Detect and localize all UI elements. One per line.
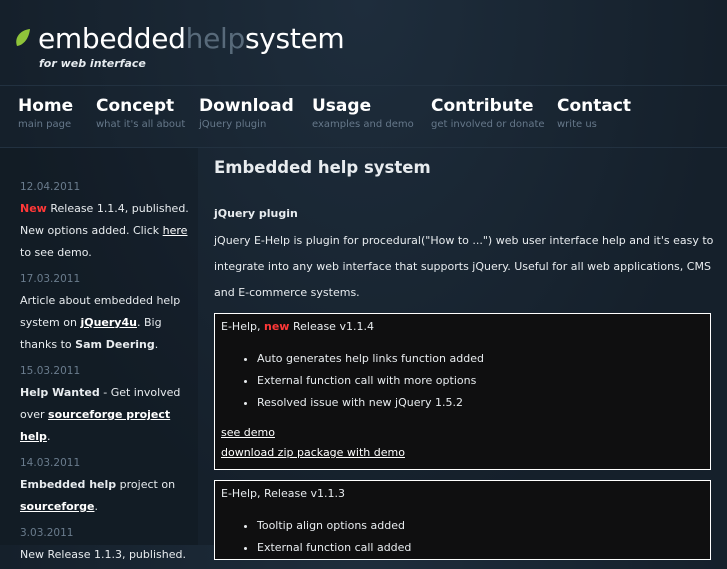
main-content: Embedded help system jQuery plugin jQuer… [214, 158, 719, 560]
intro-text: jQuery E-Help is plugin for procedural("… [214, 234, 714, 299]
logo-text: embeddedhelpsystem [38, 22, 345, 55]
news-date: 17.03.2011 [20, 273, 81, 285]
list-item: Resolved issue with new jQuery 1.5.2 [257, 392, 704, 414]
news-item: Help Wanted - Get involved over sourcefo… [20, 386, 181, 443]
list-item: Tooltip align options added [257, 515, 704, 537]
nav-usage[interactable]: Usage examples and demo [312, 96, 414, 130]
tagline: for web interface [39, 57, 146, 70]
news-list: 12.04.2011 New Release 1.1.4, published.… [20, 176, 190, 569]
nav-contribute[interactable]: Contribute get involved or donate [431, 96, 545, 130]
nav-concept[interactable]: Concept what it's all about [96, 96, 185, 130]
release-box: E-Help, Release v1.1.3 Tooltip align opt… [214, 480, 711, 560]
nav-download[interactable]: Download jQuery plugin [199, 96, 294, 130]
news-date: 3.03.2011 [20, 527, 74, 539]
nav-contact[interactable]: Contact write us [557, 96, 631, 130]
list-item: External function call with more options [257, 370, 704, 392]
news-item: New Release 1.1.4, published. New option… [20, 202, 189, 259]
news-link[interactable]: jQuery4u [80, 316, 137, 329]
news-item: Article about embedded help system on jQ… [20, 294, 181, 351]
feature-list: Tooltip align options added External fun… [221, 515, 704, 559]
news-date: 12.04.2011 [20, 181, 81, 193]
download-zip-link[interactable]: download zip package with demo [221, 446, 405, 459]
new-badge: new [264, 320, 290, 333]
leaf-icon [16, 29, 30, 46]
news-link[interactable]: here [163, 224, 188, 237]
divider [0, 85, 727, 86]
new-badge: New [20, 202, 47, 215]
news-date: 14.03.2011 [20, 457, 81, 469]
list-item: External function call added [257, 537, 704, 559]
release-title: E-Help, Release v1.1.3 [221, 487, 345, 500]
nav-home[interactable]: Home main page [18, 96, 73, 130]
list-item: Auto generates help links function added [257, 348, 704, 370]
news-date: 15.03.2011 [20, 365, 81, 377]
release-box: E-Help, new Release v1.1.4 Auto generate… [214, 313, 711, 470]
section-subtitle: jQuery plugin [214, 207, 298, 220]
news-item: New Release 1.1.3, published. [20, 548, 186, 561]
news-item: Embedded help project on sourceforge. [20, 478, 176, 513]
see-demo-link[interactable]: see demo [221, 426, 275, 439]
page-title: Embedded help system [214, 158, 431, 177]
feature-list: Auto generates help links function added… [221, 348, 704, 414]
news-link[interactable]: sourceforge [20, 500, 94, 513]
release-title: E-Help, new Release v1.1.4 [221, 320, 374, 333]
